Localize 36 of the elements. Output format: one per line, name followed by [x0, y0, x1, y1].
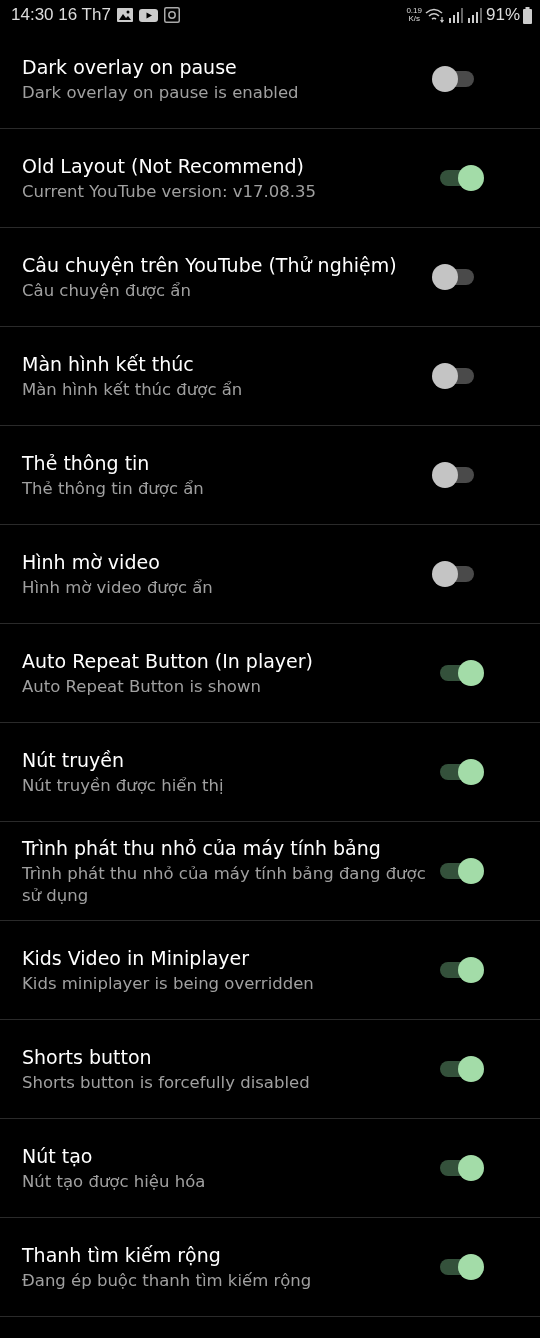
setting-summary: Câu chuyện được ẩn: [22, 279, 192, 302]
setting-summary: Nút tạo được hiệu hóa: [22, 1170, 207, 1193]
setting-summary: Nút truyền được hiển thị: [22, 774, 225, 797]
wifi-icon: [424, 7, 445, 23]
setting-summary: Current YouTube version: v17.08.35: [22, 180, 318, 203]
setting-title: Câu chuyện trên YouTube (Thử nghiệm): [22, 252, 398, 277]
setting-title: Màn hình kết thúc: [22, 351, 195, 376]
setting-summary: Auto Repeat Button is shown: [22, 675, 262, 698]
setting-title: Kids Video in Miniplayer: [22, 945, 251, 970]
signal-icon: [466, 7, 483, 23]
setting-title: Thẻ thông tin: [22, 450, 151, 475]
setting-title: Thanh tìm kiếm rộng: [22, 1242, 222, 1267]
setting-title: Old Layout (Not Recommend): [22, 153, 306, 178]
net-speed-unit: K/s: [408, 15, 420, 23]
setting-summary: Kids miniplayer is being overridden: [22, 972, 315, 995]
setting-summary: Dark overlay on pause is enabled: [22, 81, 300, 104]
setting-summary: Shorts button is forcefully disabled: [22, 1071, 311, 1094]
setting-summary: Thẻ thông tin được ẩn: [22, 477, 205, 500]
setting-summary: Hình mờ video được ẩn: [22, 576, 214, 599]
setting-title: Nút tạo: [22, 1143, 94, 1168]
setting-summary: Đang ép buộc thanh tìm kiếm rộng: [22, 1269, 313, 1292]
setting-title: Auto Repeat Button (In player): [22, 648, 314, 673]
setting-title: Dark overlay on pause: [22, 54, 238, 79]
status-time: 14:30 16 Th7: [11, 5, 111, 25]
net-speed: 0.19: [406, 7, 422, 15]
setting-title: Trình phát thu nhỏ của máy tính bảng: [22, 835, 382, 860]
signal-icon: [447, 7, 464, 23]
setting-summary: Trình phát thu nhỏ của máy tính bảng đang được sử dụng: [22, 862, 427, 907]
setting-summary: Màn hình kết thúc được ẩn: [22, 378, 244, 401]
play-icon: [138, 8, 158, 22]
setting-title: Shorts button: [22, 1044, 153, 1069]
setting-title: Hình mờ video: [22, 549, 161, 574]
gallery-icon: [116, 8, 133, 22]
battery-percent: 91%: [485, 5, 520, 25]
setting-title: Nút truyền: [22, 747, 126, 772]
battery-icon: [523, 6, 532, 24]
